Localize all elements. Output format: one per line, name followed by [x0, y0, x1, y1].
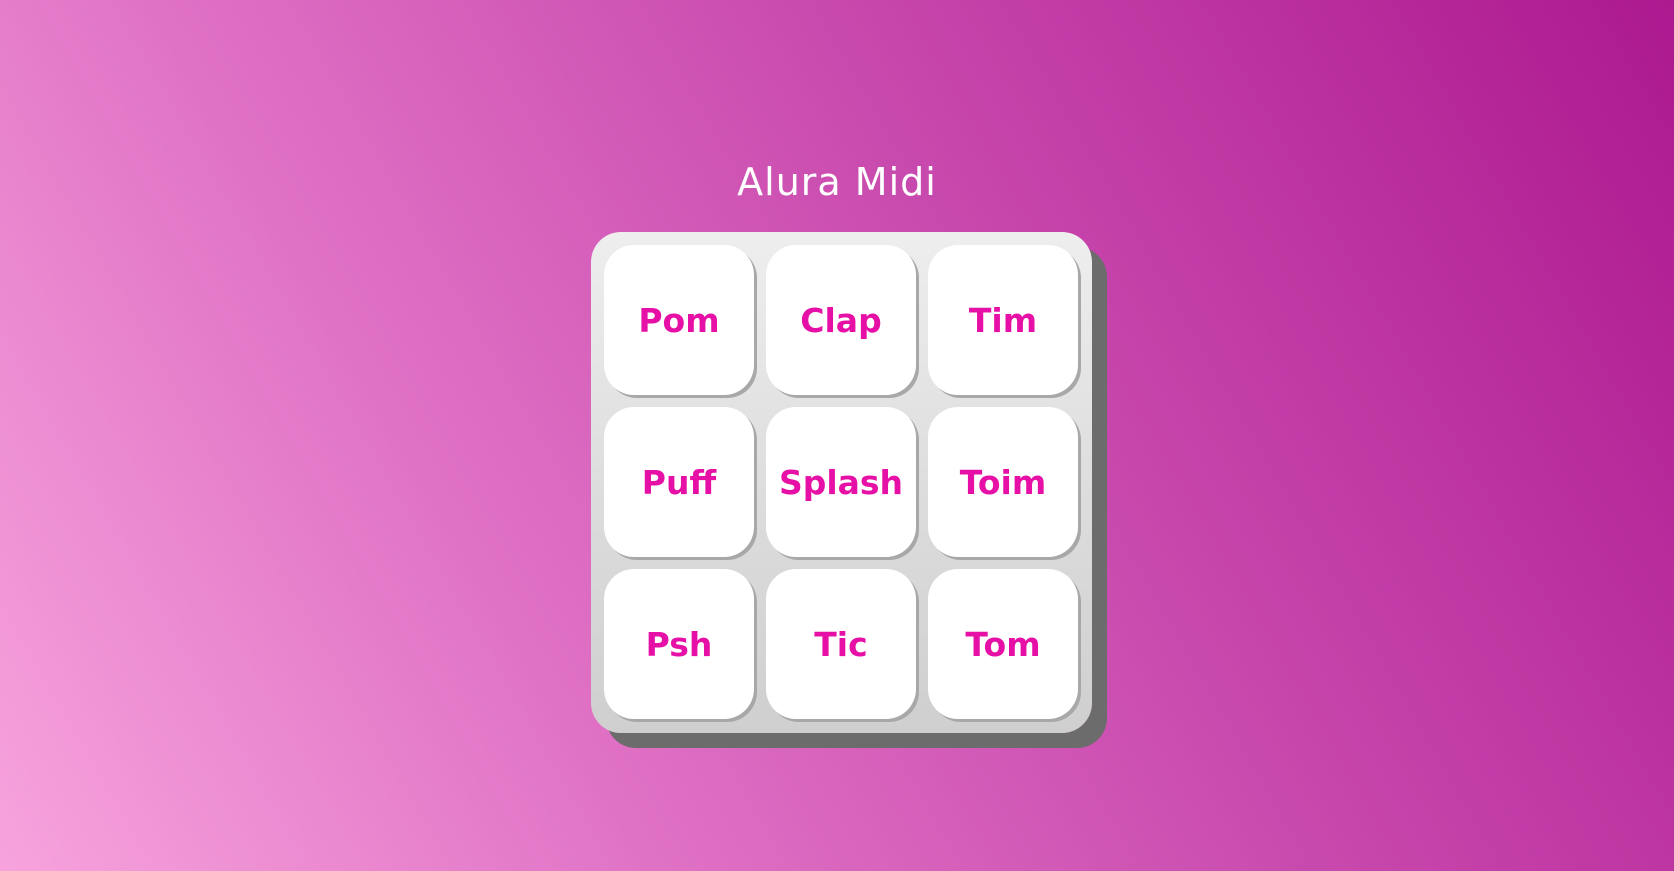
- pad-pom-button[interactable]: Pom: [604, 245, 754, 395]
- page-title: Alura Midi: [737, 160, 937, 204]
- pad-tic-button[interactable]: Tic: [766, 569, 916, 719]
- pad-toim-button[interactable]: Toim: [928, 407, 1078, 557]
- pad-tim-button[interactable]: Tim: [928, 245, 1078, 395]
- pad-splash-button[interactable]: Splash: [766, 407, 916, 557]
- pad-grid: Pom Clap Tim Puff Splash Toim Psh Tic To…: [604, 245, 1078, 719]
- pad-psh-button[interactable]: Psh: [604, 569, 754, 719]
- midi-keyboard: Pom Clap Tim Puff Splash Toim Psh Tic To…: [591, 232, 1092, 733]
- pad-clap-button[interactable]: Clap: [766, 245, 916, 395]
- pad-puff-button[interactable]: Puff: [604, 407, 754, 557]
- pad-tom-button[interactable]: Tom: [928, 569, 1078, 719]
